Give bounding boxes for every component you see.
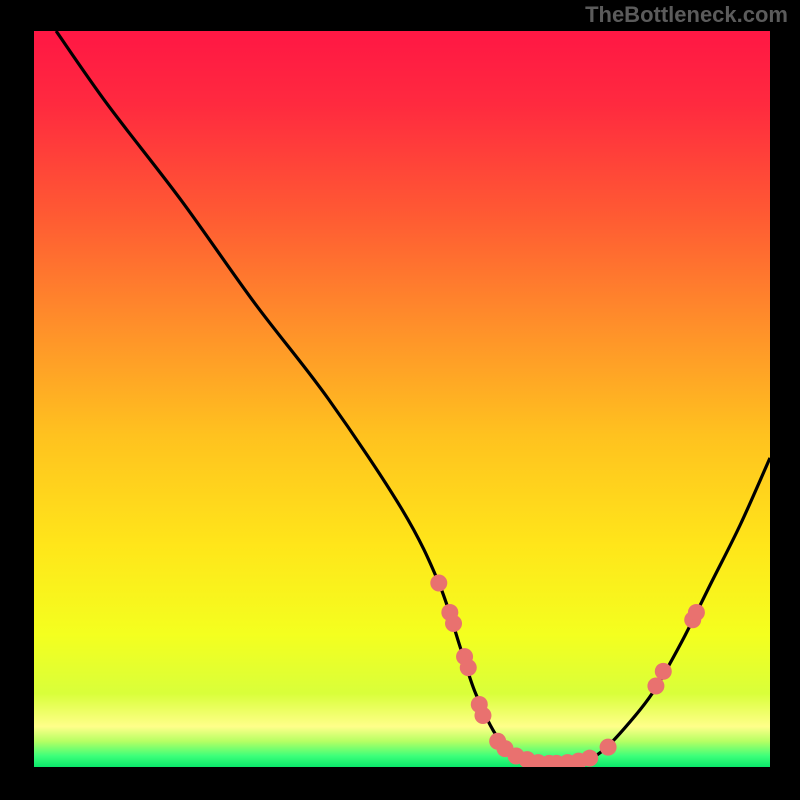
data-marker bbox=[460, 659, 477, 676]
data-marker bbox=[688, 604, 705, 621]
chart-root: TheBottleneck.com bbox=[0, 0, 800, 800]
data-marker bbox=[445, 615, 462, 632]
data-marker bbox=[647, 678, 664, 695]
data-marker bbox=[581, 750, 598, 767]
gradient-rect bbox=[34, 31, 770, 767]
data-marker bbox=[474, 707, 491, 724]
data-marker bbox=[600, 739, 617, 756]
chart-svg bbox=[34, 31, 770, 767]
data-marker bbox=[430, 575, 447, 592]
data-marker bbox=[655, 663, 672, 680]
plot-area bbox=[34, 31, 770, 767]
watermark-label: TheBottleneck.com bbox=[585, 2, 788, 28]
